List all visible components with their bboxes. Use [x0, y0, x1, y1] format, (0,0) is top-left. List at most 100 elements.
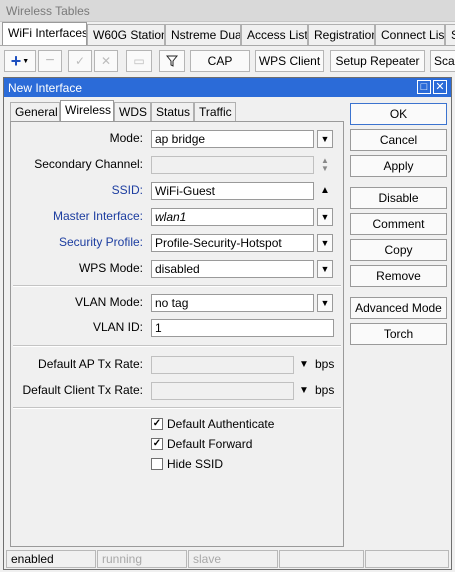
- add-button[interactable]: + ▼: [4, 50, 36, 72]
- wps-mode-select[interactable]: disabled: [151, 260, 314, 278]
- dropdown-arrow-icon: ▼: [320, 298, 330, 308]
- separator: [13, 285, 341, 287]
- dropdown-arrow-icon: ▼: [320, 134, 330, 144]
- disable-button[interactable]: Disable: [350, 187, 447, 209]
- vlan-mode-label: VLAN Mode:: [74, 295, 143, 309]
- vlan-id-label: VLAN ID:: [92, 320, 143, 334]
- unit-label: bps: [315, 357, 335, 371]
- tab-connect-list[interactable]: Connect List: [375, 24, 445, 45]
- status-running: running: [97, 550, 187, 568]
- checkbox-empty-icon: [151, 458, 163, 470]
- close-icon: ✕: [435, 81, 445, 93]
- dropdown-arrow-icon: ▼: [320, 212, 330, 222]
- disable-button[interactable]: ✕: [94, 50, 118, 72]
- checkbox-checked-icon: ✓: [151, 438, 163, 450]
- master-interface-select[interactable]: wlan1: [151, 208, 314, 226]
- apply-button[interactable]: Apply: [350, 155, 447, 177]
- status-cell: [279, 550, 364, 568]
- unit-label: bps: [315, 383, 335, 397]
- ssid-label: SSID:: [111, 183, 143, 197]
- close-button[interactable]: ✕: [433, 80, 447, 94]
- default-client-tx-rate-label: Default Client Tx Rate:: [22, 383, 144, 397]
- cancel-button[interactable]: Cancel: [350, 129, 447, 151]
- secondary-channel-field[interactable]: [151, 156, 314, 174]
- tab-general[interactable]: General: [10, 102, 60, 122]
- default-authenticate-checkbox[interactable]: ✓ Default Authenticate: [151, 416, 274, 432]
- vlan-mode-select[interactable]: no tag: [151, 294, 314, 312]
- hide-ssid-checkbox[interactable]: Hide SSID: [151, 456, 223, 472]
- cap-button[interactable]: CAP: [190, 50, 250, 72]
- outer-tab-bar: WiFi Interfaces W60G Station Nstreme Dua…: [0, 22, 455, 46]
- tab-registration[interactable]: Registration: [308, 24, 375, 45]
- mode-select[interactable]: ap bridge: [151, 130, 314, 148]
- security-profile-dropdown-button[interactable]: ▼: [317, 234, 333, 252]
- ok-button[interactable]: OK: [350, 103, 447, 125]
- default-forward-label: Default Forward: [167, 437, 253, 451]
- status-enabled: enabled: [6, 550, 96, 568]
- comment-button[interactable]: ▭: [126, 50, 152, 72]
- tab-nstreme-dual[interactable]: Nstreme Dual: [165, 24, 241, 45]
- security-profile-label: Security Profile:: [58, 235, 143, 249]
- plus-icon: +: [10, 51, 22, 71]
- mode-dropdown-button[interactable]: ▼: [317, 130, 333, 148]
- default-ap-tx-rate-label: Default AP Tx Rate:: [38, 357, 143, 371]
- tab-access-list[interactable]: Access List: [241, 24, 308, 45]
- remove-button[interactable]: −: [38, 50, 62, 72]
- status-slave: slave: [188, 550, 278, 568]
- master-interface-label: Master Interface:: [52, 209, 143, 223]
- tab-wireless[interactable]: Wireless: [60, 100, 114, 123]
- wps-mode-dropdown-button[interactable]: ▼: [317, 260, 333, 278]
- maximize-icon: □: [420, 81, 428, 93]
- vlan-mode-dropdown-button[interactable]: ▼: [317, 294, 333, 312]
- wireless-panel: Mode: ap bridge ▼ Secondary Channel: ▲ ▼ …: [10, 121, 344, 547]
- vlan-id-input[interactable]: 1: [151, 319, 334, 337]
- filter-icon: [166, 55, 178, 67]
- toolbar: + ▼ − ✓ ✕ ▭ CAP WPS Client Setup Repeate…: [0, 46, 455, 75]
- dropdown-arrow-icon: ▼: [320, 264, 330, 274]
- tab-status[interactable]: Status: [151, 102, 194, 122]
- maximize-button[interactable]: □: [417, 80, 431, 94]
- tab-traffic[interactable]: Traffic: [194, 102, 236, 122]
- copy-button[interactable]: Copy: [350, 239, 447, 261]
- comment-button[interactable]: Comment: [350, 213, 447, 235]
- master-interface-dropdown-button[interactable]: ▼: [317, 208, 333, 226]
- dropdown-arrow-icon[interactable]: ▼: [297, 382, 311, 400]
- remove-button[interactable]: Remove: [350, 265, 447, 287]
- dropdown-arrow-icon: ▼: [320, 238, 330, 248]
- tab-w60g-station[interactable]: W60G Station: [87, 24, 165, 45]
- wps-client-button[interactable]: WPS Client: [255, 50, 324, 72]
- enable-button[interactable]: ✓: [68, 50, 92, 72]
- secondary-channel-label: Secondary Channel:: [34, 157, 143, 171]
- mode-label: Mode:: [109, 131, 143, 145]
- default-client-tx-rate-input[interactable]: [151, 382, 294, 400]
- spinner-icon[interactable]: ▲ ▼: [318, 156, 332, 174]
- separator: [13, 345, 341, 347]
- note-icon: ▭: [133, 54, 145, 68]
- torch-button[interactable]: Torch: [350, 323, 447, 345]
- tab-wifi-interfaces[interactable]: WiFi Interfaces: [2, 22, 87, 45]
- new-interface-dialog: New Interface □ ✕ General Wireless WDS S…: [3, 77, 452, 570]
- status-cell: [365, 550, 449, 568]
- collapse-arrow-icon[interactable]: ▲: [318, 182, 332, 200]
- hide-ssid-label: Hide SSID: [167, 457, 224, 471]
- advanced-mode-button[interactable]: Advanced Mode: [350, 297, 447, 319]
- default-forward-checkbox[interactable]: ✓ Default Forward: [151, 436, 252, 452]
- dropdown-arrow-icon[interactable]: ▼: [297, 356, 311, 374]
- separator: [13, 407, 341, 409]
- filter-button[interactable]: [159, 50, 185, 72]
- window-title: Wireless Tables: [0, 0, 455, 22]
- dropdown-arrow-icon: ▼: [22, 57, 30, 65]
- dialog-title: New Interface: [4, 78, 451, 97]
- setup-repeater-button[interactable]: Setup Repeater: [330, 50, 425, 72]
- tab-scanner[interactable]: Sca: [445, 24, 455, 45]
- default-authenticate-label: Default Authenticate: [167, 417, 275, 431]
- default-ap-tx-rate-input[interactable]: [151, 356, 294, 374]
- security-profile-select[interactable]: Profile-Security-Hotspot: [151, 234, 314, 252]
- cross-icon: ✕: [100, 54, 112, 68]
- wps-mode-label: WPS Mode:: [78, 261, 143, 275]
- tab-wds[interactable]: WDS: [114, 102, 151, 122]
- checkbox-checked-icon: ✓: [151, 418, 163, 430]
- minus-icon: −: [45, 52, 55, 69]
- scanner-button[interactable]: Sca: [430, 50, 455, 72]
- ssid-input[interactable]: WiFi-Guest: [151, 182, 314, 200]
